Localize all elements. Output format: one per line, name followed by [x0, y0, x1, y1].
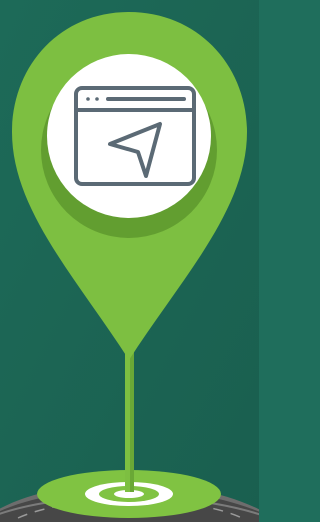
pin-stem	[125, 340, 134, 492]
map-pin-illustration	[0, 0, 259, 522]
map-pin-scene	[0, 0, 259, 522]
